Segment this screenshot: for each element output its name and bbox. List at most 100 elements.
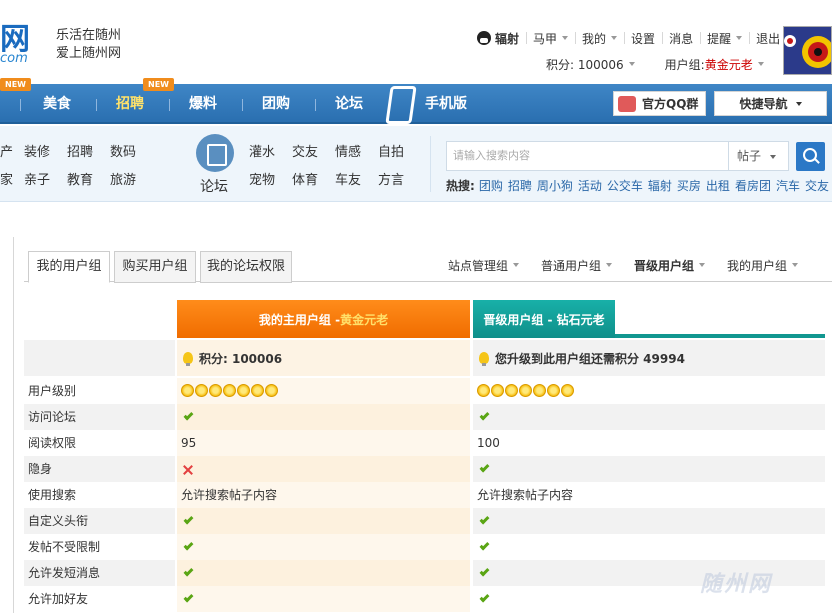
star-icon xyxy=(519,384,532,397)
row-label: 用户级别 xyxy=(28,384,77,398)
star-icon xyxy=(251,384,264,397)
group-link-admin[interactable]: 站点管理组 xyxy=(448,257,520,274)
row-label: 使用搜索 xyxy=(28,488,77,502)
checkmark-icon xyxy=(183,514,194,525)
current-group-value xyxy=(177,404,470,430)
star-icon xyxy=(195,384,208,397)
chevron-down-icon xyxy=(792,263,799,267)
checkmark-icon xyxy=(183,566,194,577)
star-icon xyxy=(547,384,560,397)
forum-label[interactable]: 论坛 xyxy=(200,176,228,196)
checkmark-icon xyxy=(183,592,194,603)
hot-word[interactable]: 看房团 xyxy=(735,177,771,194)
upgrade-group-value xyxy=(473,404,825,430)
chevron-down-icon xyxy=(795,101,802,106)
current-group-value xyxy=(177,378,470,404)
nav-mobile[interactable]: 手机版 xyxy=(425,84,467,124)
topnav-reminders[interactable]: 提醒 xyxy=(700,30,749,47)
forum-board-link[interactable]: 灌水 xyxy=(249,141,275,160)
top-user-nav: 辐射 马甲 我的 设置 消息 提醒 退出 xyxy=(470,30,787,46)
category-link[interactable]: 亲子 xyxy=(24,169,50,188)
hot-word[interactable]: 团购 xyxy=(479,177,503,194)
search-type-select[interactable]: 帖子 xyxy=(728,141,789,171)
topnav-messages[interactable]: 消息 xyxy=(662,30,700,47)
search-button[interactable] xyxy=(796,142,825,171)
tab-my-groups[interactable]: 我的用户组 xyxy=(28,251,110,283)
forum-board-link[interactable]: 车友 xyxy=(335,169,361,188)
hot-word[interactable]: 辐射 xyxy=(648,177,672,194)
qq-group-button[interactable]: 官方QQ群 xyxy=(613,91,706,116)
checkmark-icon xyxy=(183,410,194,421)
forum-board-link[interactable]: 交友 xyxy=(292,141,318,160)
category-link[interactable]: 旅游 xyxy=(110,169,136,188)
row-label: 访问论坛 xyxy=(24,404,175,430)
group-link-mine[interactable]: 我的用户组 xyxy=(727,257,799,274)
chevron-down-icon xyxy=(699,263,706,267)
forum-board-link[interactable]: 情感 xyxy=(335,141,361,160)
category-link[interactable]: 数码 xyxy=(110,141,136,160)
nav-jobs[interactable]: 招聘 xyxy=(116,84,144,124)
divider xyxy=(430,136,431,192)
hot-word[interactable]: 汽车 xyxy=(776,177,800,194)
username: 辐射 xyxy=(495,31,520,46)
forum-icon[interactable] xyxy=(196,134,234,172)
nav-divider xyxy=(20,99,21,111)
checkmark-icon xyxy=(479,514,490,525)
current-group-value xyxy=(177,586,470,612)
category-link[interactable]: 装修 xyxy=(24,141,50,160)
chevron-down-icon xyxy=(606,263,613,267)
upgrade-group-value xyxy=(473,378,825,404)
hot-word[interactable]: 交友 xyxy=(805,177,829,194)
hot-search-label: 热搜: xyxy=(446,178,475,193)
forum-board-link[interactable]: 方言 xyxy=(378,169,404,188)
nav-forum[interactable]: 论坛 xyxy=(335,84,363,124)
nav-groupbuy[interactable]: 团购 xyxy=(262,84,290,124)
group-link-normal[interactable]: 普通用户组 xyxy=(541,257,613,274)
category-link[interactable]: 教育 xyxy=(67,169,93,188)
hot-word[interactable]: 出租 xyxy=(706,177,730,194)
avatar[interactable] xyxy=(783,26,832,75)
hot-word[interactable]: 招聘 xyxy=(508,177,532,194)
forum-board-link[interactable]: 自拍 xyxy=(378,141,404,160)
topnav-logout[interactable]: 退出 xyxy=(749,30,787,47)
nav-news[interactable]: 爆料 xyxy=(189,84,217,124)
checkmark-icon xyxy=(479,540,490,551)
group-label: 用户组: xyxy=(664,57,705,72)
user-menu[interactable]: 辐射 xyxy=(470,30,526,47)
forum-board-link[interactable]: 宠物 xyxy=(249,169,275,188)
star-icon xyxy=(237,384,250,397)
hot-word[interactable]: 活动 xyxy=(578,177,602,194)
tab-buy-groups[interactable]: 购买用户组 xyxy=(114,251,196,283)
hot-word[interactable]: 买房 xyxy=(677,177,701,194)
qq-penguin-icon xyxy=(477,31,491,45)
chevron-down-icon xyxy=(770,154,777,159)
category-link[interactable]: 招聘 xyxy=(67,141,93,160)
row-label: 允许发短消息 xyxy=(24,560,175,586)
phone-icon[interactable] xyxy=(385,86,417,124)
hot-word[interactable]: 周小狗 xyxy=(537,177,573,194)
hot-word[interactable]: 公交车 xyxy=(607,177,643,194)
nav-food[interactable]: 美食 xyxy=(43,84,71,124)
quick-nav-button[interactable]: 快捷导航 xyxy=(714,91,827,116)
row-label: 阅读权限 xyxy=(28,436,77,450)
group-link-upgrade[interactable]: 晋级用户组 xyxy=(634,257,706,274)
chevron-down-icon xyxy=(611,36,618,40)
group-name[interactable]: 黄金元老 xyxy=(705,56,753,73)
category-link[interactable]: 产 xyxy=(0,141,13,160)
search-input[interactable]: 请输入搜索内容 xyxy=(446,141,729,171)
points-link[interactable]: 积分: 100006 xyxy=(546,56,624,73)
star-icon xyxy=(533,384,546,397)
forum-board-link[interactable]: 体育 xyxy=(292,169,318,188)
row-label: 隐身 xyxy=(24,456,175,482)
lightbulb-icon xyxy=(183,352,193,366)
current-group-value: 允许搜索帖子内容 xyxy=(177,482,470,508)
tab-forum-permissions[interactable]: 我的论坛权限 xyxy=(200,251,292,283)
points-needed: 您升级到此用户组还需积分 49994 xyxy=(473,340,825,376)
chevron-down-icon xyxy=(562,36,569,40)
new-badge: NEW xyxy=(143,78,174,91)
topnav-settings[interactable]: 设置 xyxy=(624,30,662,47)
category-link[interactable]: 家 xyxy=(0,169,13,188)
nav-divider xyxy=(242,99,243,111)
topnav-alias[interactable]: 马甲 xyxy=(526,30,575,47)
topnav-mine[interactable]: 我的 xyxy=(575,30,624,47)
